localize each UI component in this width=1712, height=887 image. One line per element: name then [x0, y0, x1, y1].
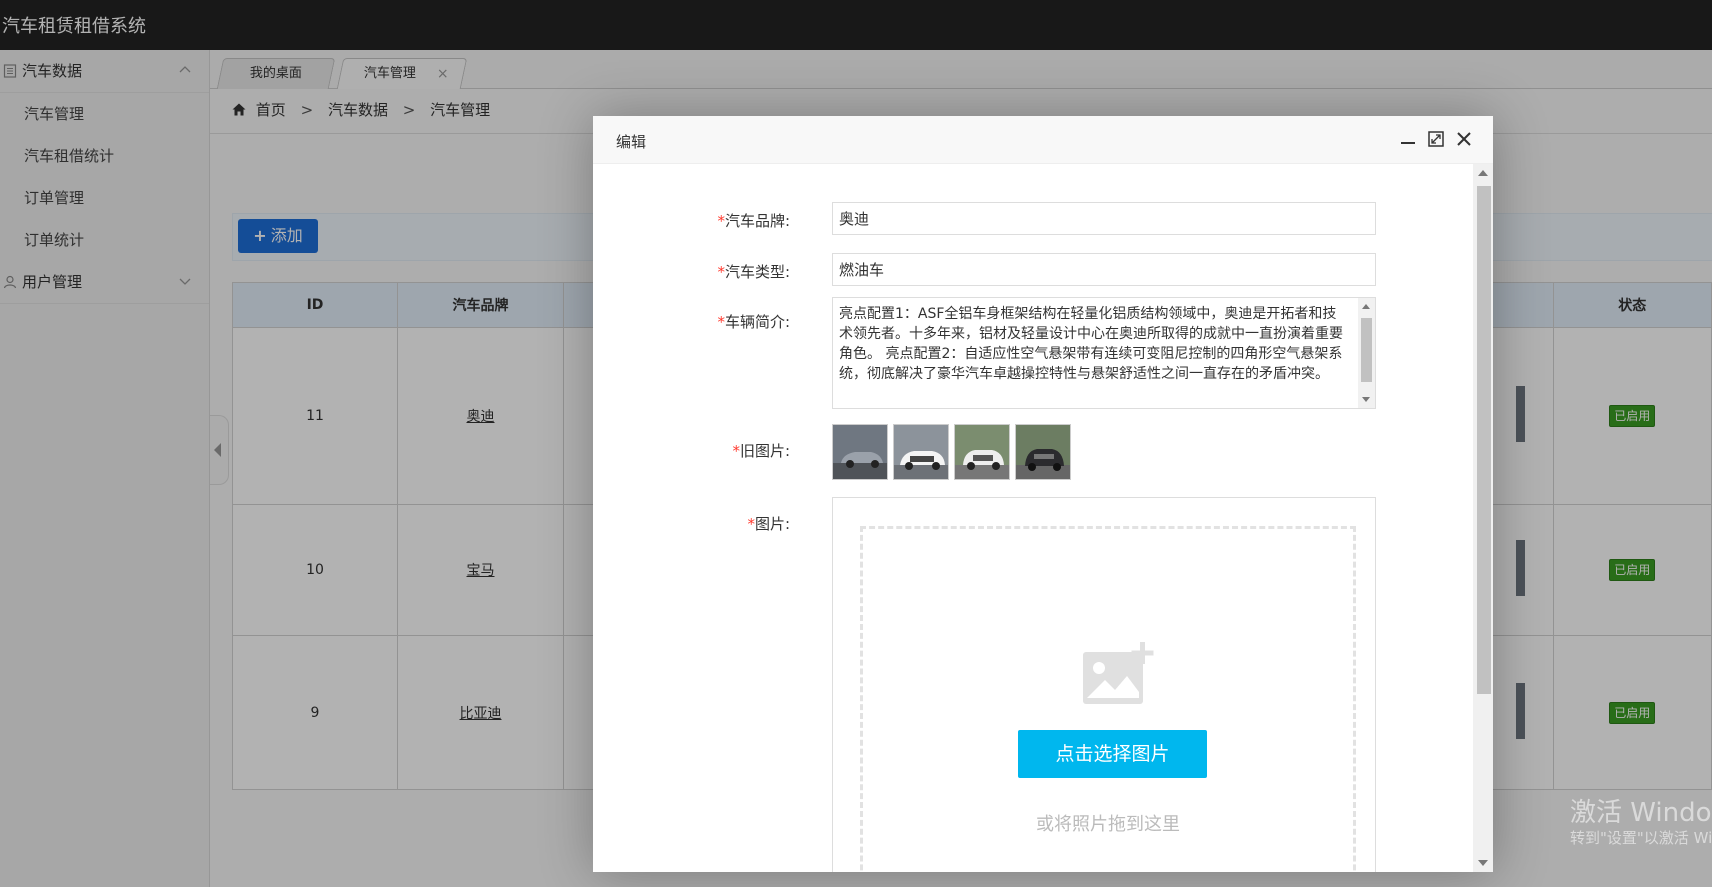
old-image-thumbnail[interactable] — [832, 424, 888, 480]
car-photo-icon — [1016, 425, 1070, 479]
old-images-label: *旧图片: — [593, 440, 790, 461]
old-image-thumbnail[interactable] — [1015, 424, 1071, 480]
maximize-icon[interactable] — [1427, 130, 1445, 148]
scroll-up-icon[interactable] — [1362, 304, 1370, 309]
edit-dialog: 编辑 *汽车品牌: *汽车类型: *车辆 — [593, 116, 1493, 872]
image-uploader: 点击选择图片 或将照片拖到这里 — [832, 497, 1376, 872]
label-text: 图片: — [754, 515, 790, 533]
label-text: 汽车品牌: — [724, 212, 790, 230]
activation-watermark: 激活 Windows 转到"设置"以激活 Windows。 — [1570, 798, 1712, 848]
old-images-list — [832, 424, 1076, 482]
intro-textarea[interactable]: 亮点配置1：ASF全铝车身框架结构在轻量化铝质结构领域中，奥迪是开拓者和技术领先… — [832, 297, 1376, 409]
minimize-icon[interactable] — [1399, 130, 1417, 148]
old-image-thumbnail[interactable] — [954, 424, 1010, 480]
brand-input[interactable] — [833, 203, 1375, 234]
watermark-line-1: 激活 Windows — [1570, 798, 1712, 828]
required-mark: * — [717, 212, 725, 230]
label-text: 汽车类型: — [724, 263, 790, 281]
drop-zone[interactable]: 点击选择图片 或将照片拖到这里 — [860, 526, 1356, 872]
close-icon[interactable] — [1455, 130, 1473, 148]
type-field[interactable] — [832, 253, 1376, 286]
add-image-icon — [1083, 642, 1154, 704]
dialog-body: *汽车品牌: *汽车类型: *车辆简介: 亮点配置1：ASF全铝车身框架结构在轻… — [593, 164, 1473, 872]
scroll-down-icon[interactable] — [1478, 860, 1488, 866]
choose-image-button[interactable]: 点击选择图片 — [1018, 730, 1207, 778]
car-photo-icon — [894, 425, 948, 479]
dialog-scrollbar[interactable] — [1473, 164, 1493, 872]
drop-hint: 或将照片拖到这里 — [1036, 814, 1180, 835]
dialog-header[interactable]: 编辑 — [593, 116, 1493, 164]
car-photo-icon — [955, 425, 1009, 479]
required-mark: * — [747, 515, 755, 533]
label-text: 旧图片: — [739, 442, 790, 460]
required-mark: * — [717, 263, 725, 281]
required-mark: * — [732, 442, 740, 460]
brand-field[interactable] — [832, 202, 1376, 235]
required-mark: * — [717, 313, 725, 331]
watermark-line-2: 转到"设置"以激活 Windows。 — [1570, 829, 1712, 847]
dialog-title: 编辑 — [616, 133, 647, 151]
label-text: 车辆简介: — [724, 313, 790, 331]
car-photo-icon — [833, 425, 887, 479]
scroll-thumb[interactable] — [1361, 318, 1372, 382]
brand-label: *汽车品牌: — [593, 210, 790, 231]
scroll-thumb[interactable] — [1477, 186, 1491, 694]
intro-text: 亮点配置1：ASF全铝车身框架结构在轻量化铝质结构领域中，奥迪是开拓者和技术领先… — [839, 306, 1343, 382]
scroll-up-icon[interactable] — [1478, 170, 1488, 176]
intro-label: *车辆简介: — [593, 311, 790, 332]
scroll-down-icon[interactable] — [1362, 397, 1370, 402]
type-label: *汽车类型: — [593, 261, 790, 282]
images-label: *图片: — [593, 513, 790, 534]
old-image-thumbnail[interactable] — [893, 424, 949, 480]
type-input[interactable] — [833, 254, 1375, 285]
textarea-scrollbar[interactable] — [1358, 298, 1375, 408]
